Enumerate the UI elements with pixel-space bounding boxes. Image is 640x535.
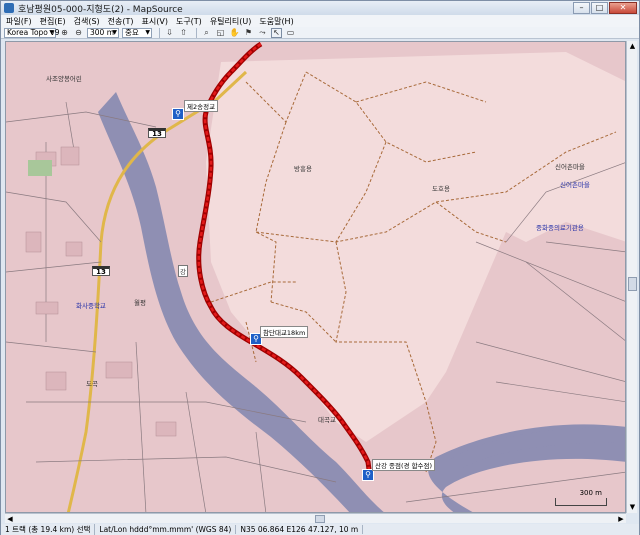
label-town-left: 화사중학교: [76, 302, 106, 310]
send-to-device-icon[interactable]: ⇧: [178, 28, 189, 38]
route-tool-icon[interactable]: ⤳: [257, 28, 268, 38]
vertical-scroll-thumb[interactable]: [628, 277, 637, 291]
label-central-ridge: 방흥용: [294, 165, 312, 173]
receive-from-device-icon[interactable]: ⇩: [164, 28, 175, 38]
zoom-tool-icon[interactable]: ⌕: [201, 28, 212, 38]
menu-view[interactable]: 표시(V): [142, 16, 168, 27]
chevron-down-icon: ▼: [145, 28, 150, 36]
hiker-waypoint-icon[interactable]: ⚲: [172, 108, 184, 120]
zoom-in-icon[interactable]: ⊕: [59, 28, 70, 38]
menu-file[interactable]: 파일(F): [6, 16, 32, 27]
map-canvas[interactable]: [6, 42, 626, 513]
detail-level-value: 중요: [125, 27, 139, 37]
scroll-up-icon[interactable]: ▲: [627, 41, 638, 52]
status-selection: 1 트랙 (총 19.4 km) 선택: [1, 524, 96, 535]
measure-tool-icon[interactable]: ▭: [285, 28, 296, 38]
menu-transfer[interactable]: 전송(T): [108, 16, 134, 27]
detail-level-select[interactable]: 중요 ▼: [122, 27, 152, 38]
chevron-down-icon: ▼: [112, 28, 117, 36]
maximize-button[interactable]: □: [591, 2, 608, 14]
window-title: 호남평원05-000-지형도(2) - MapSource: [18, 4, 183, 15]
route-sign-13-lower: 13: [92, 266, 110, 276]
label-east-village: 신어촌마을: [560, 181, 590, 189]
waypoint-label-end: 산강 종점(경 합수점): [372, 459, 436, 471]
label-far-east: 신어촌마을: [555, 163, 585, 171]
map-product-select[interactable]: Korea Topo v9 ▼: [4, 27, 60, 38]
mountain-area: [206, 52, 625, 442]
label-south-bridge: 대곡교: [318, 416, 336, 424]
label-east-ridge: 도호용: [432, 185, 450, 193]
waypoint-label-mid: 참단대교18km: [260, 326, 309, 338]
park-area: [28, 160, 52, 176]
label-east-facility: 중화중의료기관용: [536, 224, 584, 232]
scroll-down-icon[interactable]: ▼: [627, 502, 638, 513]
menu-help[interactable]: 도움말(H): [259, 16, 293, 27]
menu-utilities[interactable]: 유틸리티(U): [210, 16, 252, 27]
label-south-east-village: 월평: [134, 299, 146, 307]
scroll-right-icon[interactable]: ▶: [616, 514, 626, 524]
map-scale-label: 300 m: [579, 489, 602, 497]
vertical-scrollbar[interactable]: ▲ ▼: [626, 41, 637, 513]
title-bar: 호남평원05-000-지형도(2) - MapSource – □ ✕: [1, 1, 639, 15]
waypoint-label-top: 제2송정교: [184, 100, 219, 112]
label-upper-facility: 사조양봉어린: [46, 75, 82, 83]
close-button[interactable]: ✕: [609, 2, 637, 14]
status-position-format: Lat/Lon hddd°mm.mmm' (WGS 84): [95, 525, 237, 534]
status-coordinates: N35 06.864 E126 47.127, 10 m: [236, 525, 364, 534]
minimize-button[interactable]: –: [573, 2, 590, 14]
status-bar: 1 트랙 (총 19.4 km) 선택 Lat/Lon hddd°mm.mmm'…: [1, 524, 639, 535]
scroll-left-icon[interactable]: ◀: [5, 514, 15, 524]
menu-tools[interactable]: 도구(T): [176, 16, 202, 27]
toolbar: Korea Topo v9 ▼ ⊕ ⊖ 300 m ▼ 중요 ▼ ⇩ ⇧ ⌕ ◱ ✋ …: [1, 27, 639, 39]
mapsource-app-icon: [4, 3, 14, 13]
label-river-west: 강: [178, 265, 188, 277]
zoom-scale-value: 300 m: [90, 27, 115, 37]
label-south-west-village: 도곡: [86, 380, 98, 388]
map-scale-bar: 300 m: [555, 489, 607, 506]
menu-bar: 파일(F) 편집(E) 검색(S) 전송(T) 표시(V) 도구(T) 유틸리티…: [1, 15, 639, 27]
route-sign-13-upper: 13: [148, 128, 166, 138]
select-zoom-tool-icon[interactable]: ◱: [215, 28, 226, 38]
zoom-scale-select[interactable]: 300 m ▼: [87, 27, 119, 38]
chevron-down-icon: ▼: [49, 28, 54, 36]
menu-search[interactable]: 검색(S): [74, 16, 100, 27]
menu-edit[interactable]: 편집(E): [40, 16, 66, 27]
hand-tool-icon[interactable]: ✋: [229, 28, 240, 38]
selection-tool-icon[interactable]: ↖: [271, 27, 282, 38]
zoom-out-icon[interactable]: ⊖: [73, 28, 84, 38]
horizontal-scrollbar[interactable]: ◀ ▶: [5, 513, 626, 523]
map-view[interactable]: 사조양봉어린 방흥용 도호용 신어촌마을 신어촌마을 중화중의료기관용 강 대곡…: [5, 41, 626, 513]
horizontal-scroll-thumb[interactable]: [315, 515, 325, 523]
waypoint-tool-icon[interactable]: ⚑: [243, 28, 254, 38]
mapsource-window: 호남평원05-000-지형도(2) - MapSource – □ ✕ 파일(F…: [0, 0, 640, 535]
